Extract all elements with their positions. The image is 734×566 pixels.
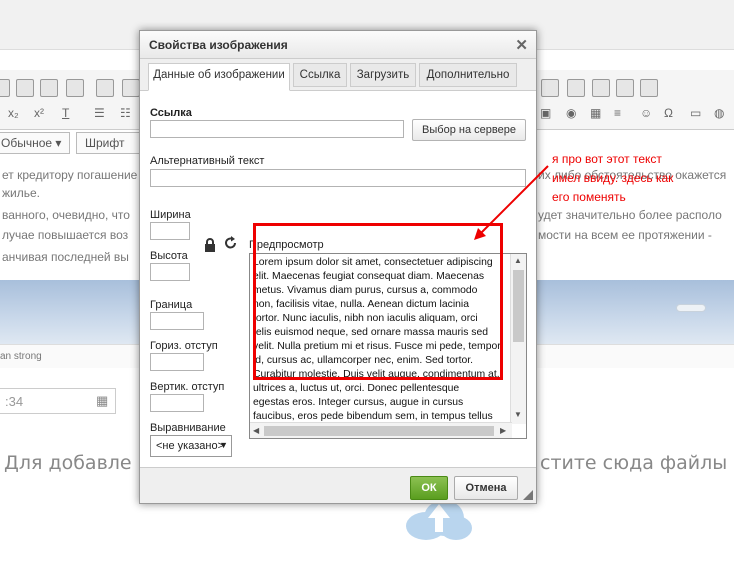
preview-line: ultrices a, luctus ut, orci. Donec pelle… xyxy=(253,383,460,394)
style-select[interactable]: Обычное ▾ xyxy=(0,132,70,154)
dialog-title[interactable]: Свойства изображения xyxy=(140,31,536,59)
drop-zone-text: Для добавле xyxy=(4,452,132,474)
alt-text-label: Альтернативный текст xyxy=(150,155,265,167)
border-label: Граница xyxy=(150,299,193,311)
annotation-highlight-box xyxy=(253,223,503,380)
hspace-label: Гориз. отступ xyxy=(150,340,218,352)
border-input[interactable] xyxy=(150,312,204,330)
button-field-icon[interactable] xyxy=(592,79,610,97)
content-line: ет кредитору погашение xyxy=(2,168,138,182)
cancel-button[interactable]: Отмена xyxy=(454,476,518,500)
lock-ratio-icon[interactable] xyxy=(203,238,217,252)
numbered-list-icon[interactable]: ☰ xyxy=(94,106,105,120)
drop-zone-text: стите сюда файлы xyxy=(540,452,728,474)
form-icon[interactable] xyxy=(541,79,559,97)
scroll-down-icon[interactable]: ▼ xyxy=(514,410,522,419)
dialog-footer: ОК Отмена xyxy=(140,467,536,503)
link-input[interactable] xyxy=(150,120,404,138)
subscript-icon[interactable]: x₂ xyxy=(8,106,19,120)
width-label: Ширина xyxy=(150,209,191,221)
height-input[interactable] xyxy=(150,263,190,281)
annotation-text: имел ввиду. здесь как xyxy=(552,171,674,185)
street-lamp xyxy=(676,304,706,312)
paste-icon[interactable] xyxy=(96,79,114,97)
align-label: Выравнивание xyxy=(150,422,226,434)
scroll-right-icon[interactable]: ▶ xyxy=(500,426,506,435)
iframe-icon[interactable]: ◍ xyxy=(714,106,724,120)
tab-link[interactable]: Ссылка xyxy=(293,63,347,87)
content-line: ванного, очевидно, что xyxy=(2,208,130,222)
close-icon[interactable]: ✕ xyxy=(515,36,528,54)
hspace-input[interactable] xyxy=(150,353,204,371)
cut-icon[interactable] xyxy=(122,79,140,97)
content-line: жилье. xyxy=(2,186,40,200)
content-line: удет значительно более располо xyxy=(538,208,722,222)
tab-advanced[interactable]: Дополнительно xyxy=(419,63,517,87)
smiley-icon[interactable]: ☺ xyxy=(640,106,652,120)
flash-icon[interactable]: ◉ xyxy=(566,106,576,120)
reset-size-icon[interactable] xyxy=(224,236,238,250)
alt-text-input[interactable] xyxy=(150,169,526,187)
font-select[interactable]: Шрифт xyxy=(76,132,140,154)
ok-button[interactable]: ОК xyxy=(410,476,448,500)
bulleted-list-icon[interactable]: ☷ xyxy=(120,106,131,120)
preview-line: egestas eros. Integer cursus, augue in c… xyxy=(253,397,464,408)
content-line: анчивая последней вы xyxy=(2,250,129,264)
print-icon[interactable] xyxy=(66,79,84,97)
hidden-field-icon[interactable] xyxy=(640,79,658,97)
height-label: Высота xyxy=(150,250,188,262)
preview-vertical-scrollbar[interactable]: ▲ ▼ xyxy=(510,254,526,424)
horizontal-line-icon[interactable]: ≡ xyxy=(614,106,621,120)
image-button-icon[interactable] xyxy=(616,79,634,97)
toolbar-button[interactable] xyxy=(0,79,10,97)
tab-upload[interactable]: Загрузить xyxy=(350,63,416,87)
link-label: Ссылка xyxy=(150,107,192,119)
table-icon[interactable]: ▦ xyxy=(590,106,601,120)
select-field-icon[interactable] xyxy=(567,79,585,97)
preview-horizontal-scrollbar[interactable]: ◀ ▶ xyxy=(250,422,512,438)
vspace-label: Вертик. отступ xyxy=(150,381,225,393)
tab-image-info[interactable]: Данные об изображении xyxy=(148,63,290,91)
templates-icon[interactable] xyxy=(40,79,58,97)
superscript-icon[interactable]: x² xyxy=(34,106,44,120)
resize-handle-icon[interactable] xyxy=(523,490,533,500)
scrollbar-thumb[interactable] xyxy=(264,426,494,436)
annotation-text: я про вот этот текст xyxy=(552,152,662,166)
scrollbar-thumb[interactable] xyxy=(513,270,524,342)
scroll-up-icon[interactable]: ▲ xyxy=(514,256,522,265)
remove-format-icon[interactable]: T xyxy=(62,106,69,120)
calendar-icon[interactable]: ▦ xyxy=(96,393,108,409)
dialog-tabs: Данные об изображении Ссылка Загрузить Д… xyxy=(140,59,536,91)
dialog-title-text: Свойства изображения xyxy=(149,38,288,52)
chevron-down-icon: ▼ xyxy=(219,440,228,450)
align-select[interactable]: <не указано> ▼ xyxy=(150,435,232,457)
page-break-icon[interactable]: ▭ xyxy=(690,106,701,120)
special-char-icon[interactable]: Ω xyxy=(664,106,673,120)
width-input[interactable] xyxy=(150,222,190,240)
align-select-value: <не указано> xyxy=(156,440,224,452)
image-icon[interactable]: ▣ xyxy=(540,106,551,120)
browse-server-button[interactable]: Выбор на сервере xyxy=(412,119,526,141)
new-page-icon[interactable] xyxy=(16,79,34,97)
vspace-input[interactable] xyxy=(150,394,204,412)
content-line: лучае повышается воз xyxy=(2,228,129,242)
scroll-left-icon[interactable]: ◀ xyxy=(253,426,259,435)
annotation-text: его поменять xyxy=(552,190,626,204)
content-line: мости на всем ее протяжении - xyxy=(538,228,712,242)
